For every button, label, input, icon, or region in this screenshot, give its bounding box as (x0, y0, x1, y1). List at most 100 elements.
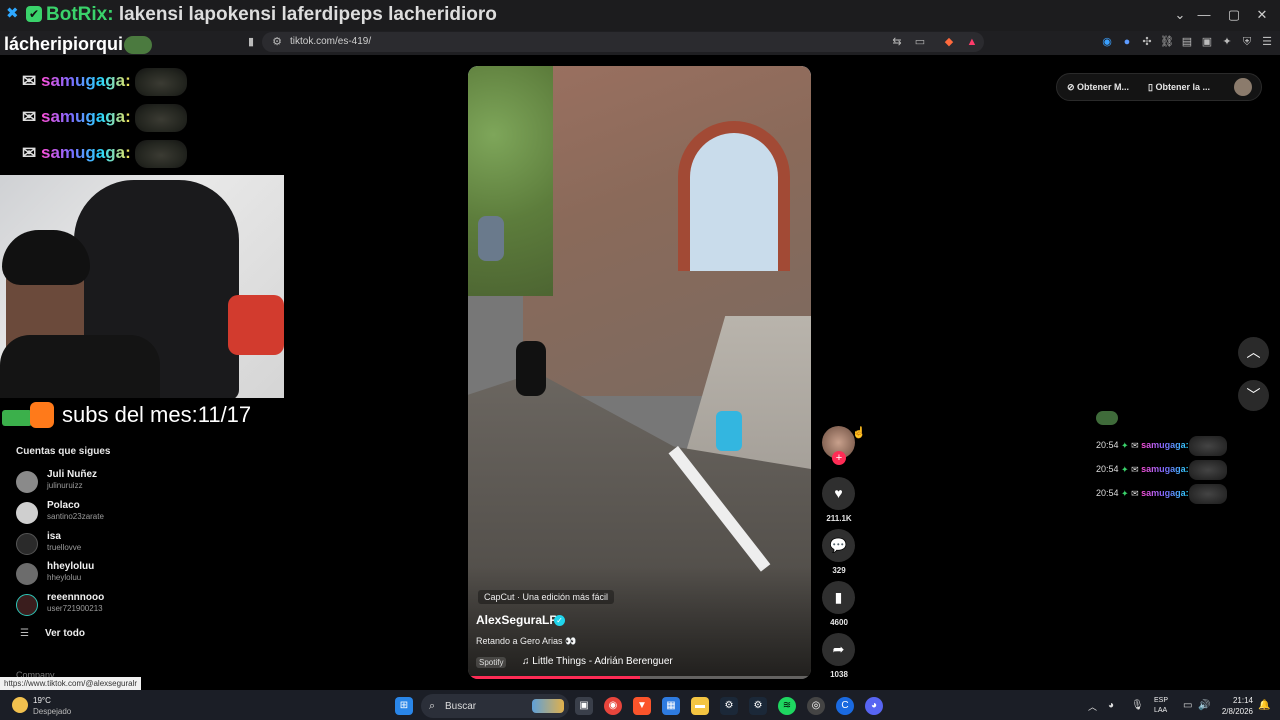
share-button[interactable]: ➦ (822, 633, 855, 666)
discord-tray-icon[interactable]: ◕ (1108, 700, 1114, 711)
window-title: BotRix: lakensi lapokensi laferdipeps la… (46, 4, 497, 25)
brick-arch (678, 121, 790, 271)
brave-rewards-icon[interactable]: ▲ (965, 35, 979, 49)
audio-icon[interactable]: ◉ (1100, 35, 1114, 49)
url-text[interactable]: tiktok.com/es-419/ (290, 36, 371, 47)
steam-icon[interactable]: ⚙ (720, 697, 738, 715)
brave-shield-icon[interactable]: ◆ (942, 35, 956, 49)
frog-emote-icon (1188, 484, 1227, 504)
frog-emote-icon (1096, 411, 1118, 425)
status-url: https://www.tiktok.com/@alexseguralr (0, 677, 142, 690)
chat-line: 20:54 ✦ ✉ samugaga: (1096, 484, 1227, 506)
search-label[interactable]: Buscar (445, 701, 476, 712)
extension-icon[interactable]: ● (1120, 35, 1134, 49)
microphone-icon[interactable]: 🎙 (1131, 700, 1144, 711)
video-player[interactable]: CapCut · Una edición más fácil AlexSegur… (468, 66, 811, 679)
search-icon: ⌕ (429, 700, 436, 712)
translate-icon[interactable]: ⇆ (890, 35, 904, 49)
get-coins-button[interactable]: ⊘ Obtener M... (1067, 82, 1129, 93)
notifications-icon[interactable]: 🔔 (1258, 700, 1270, 711)
spotify-tag: Spotify (476, 657, 507, 668)
discord-icon[interactable]: ◕ (865, 697, 883, 715)
person-sitting (478, 216, 504, 261)
music-label[interactable]: ♫ Little Things - Adrián Berenguer (522, 656, 673, 667)
webcam-feed (0, 175, 284, 398)
comment-button[interactable]: 💬 (822, 529, 855, 562)
person-black-shirt (516, 341, 546, 396)
following-title: Cuentas que sigues (16, 446, 111, 457)
close-button[interactable]: ✕ (1254, 7, 1270, 23)
botrix-x-icon: ✖ (6, 5, 19, 22)
like-button[interactable]: ♥ (822, 477, 855, 510)
extensions-puzzle-icon[interactable]: ✣ (1140, 35, 1154, 49)
store-icon[interactable]: ▦ (662, 697, 680, 715)
vpn-icon[interactable]: ⛨ (1240, 35, 1254, 49)
menu-icon[interactable]: ☰ (1260, 35, 1274, 49)
brave-icon[interactable]: ▼ (633, 697, 651, 715)
avatar (16, 471, 38, 493)
follow-plus-icon[interactable]: + (832, 451, 846, 465)
share-count: 1038 (830, 670, 848, 679)
frog-emote-icon (1188, 436, 1227, 456)
site-settings-icon[interactable]: ⚙ (270, 35, 284, 49)
next-video-button[interactable]: ﹀ (1238, 380, 1269, 411)
volume-icon[interactable]: 🔊 (1198, 700, 1210, 711)
task-view-icon[interactable]: ▣ (575, 697, 593, 715)
streamer-name: lácheripiorqui (4, 34, 124, 54)
chat-line: ✉ samugaga: (22, 104, 187, 134)
video-author[interactable]: AlexSeguraLR (476, 613, 558, 627)
clock-time[interactable]: 21:14 (1217, 696, 1253, 705)
moon-icon[interactable] (12, 697, 28, 713)
language-label[interactable]: ESP (1154, 697, 1168, 704)
save-button[interactable]: ▮ (822, 581, 855, 614)
video-progress-fill (468, 676, 640, 679)
get-app-button[interactable]: ▯ Obtener la ... (1148, 82, 1210, 93)
clock-date[interactable]: 2/8/2026 (1210, 707, 1253, 716)
chat-line: ✉ samugaga: (22, 140, 187, 170)
spotify-icon[interactable]: ≋ (778, 697, 796, 715)
tray-chevron-icon[interactable]: ︿ (1088, 700, 1097, 713)
previous-video-button[interactable]: ︿ (1238, 337, 1269, 368)
capcut-badge[interactable]: CapCut · Una edición más fácil (478, 590, 615, 604)
keyboard-layout-label[interactable]: LAA (1154, 707, 1167, 714)
search-highlight-icon (532, 699, 564, 713)
save-count: 4600 (830, 618, 848, 627)
ai-icon[interactable]: ✦ (1220, 35, 1234, 49)
network-icon[interactable]: ▭ (1183, 700, 1192, 711)
obs-icon[interactable]: ◎ (807, 697, 825, 715)
maximize-button[interactable]: ▢ (1226, 7, 1242, 23)
folder-icon[interactable]: ▬ (691, 697, 709, 715)
avatar (16, 502, 38, 524)
avatar (16, 563, 38, 585)
link-icon[interactable]: ⛓ (1160, 35, 1174, 49)
chevron-down-icon[interactable]: ⌄ (1172, 7, 1188, 23)
verified-icon: ✓ (554, 615, 565, 626)
botrix-check-icon: ✔ (26, 6, 42, 22)
cast-icon[interactable]: ▭ (913, 35, 927, 49)
frog-emote-icon (134, 140, 187, 168)
temperature[interactable]: 19°C (33, 696, 51, 705)
video-caption: Retando a Gero Arias 👀 (476, 636, 577, 646)
like-count: 211.1K (826, 514, 852, 523)
app-c-icon[interactable]: C (836, 697, 854, 715)
weather-status[interactable]: Despejado (33, 707, 71, 716)
profile-avatar[interactable] (1234, 78, 1252, 96)
steam-2-icon[interactable]: ⚙ (749, 697, 767, 715)
minimize-button[interactable]: — (1196, 7, 1212, 23)
frog-emote-icon (134, 104, 187, 132)
chat-line: 20:54 ✦ ✉ samugaga: (1096, 436, 1227, 458)
wallet-icon[interactable]: ▣ (1200, 35, 1214, 49)
money-emote-icon (2, 402, 58, 428)
chat-line: 20:54 ✦ ✉ samugaga: (1096, 460, 1227, 482)
bookmark-icon[interactable]: ▮ (244, 35, 258, 49)
frog-emote-icon (134, 68, 187, 96)
chrome-icon[interactable]: ◉ (604, 697, 622, 715)
list-icon: ☰ (20, 628, 29, 639)
windows-start-icon[interactable]: ⊞ (395, 697, 413, 715)
sidebar-icon[interactable]: ▤ (1180, 35, 1194, 49)
avatar (16, 533, 38, 555)
video-progress-bar[interactable] (468, 676, 811, 679)
subs-counter: subs del mes:11/17 (62, 402, 252, 427)
avatar (16, 594, 38, 616)
see-all-link[interactable]: Ver todo (45, 628, 85, 639)
